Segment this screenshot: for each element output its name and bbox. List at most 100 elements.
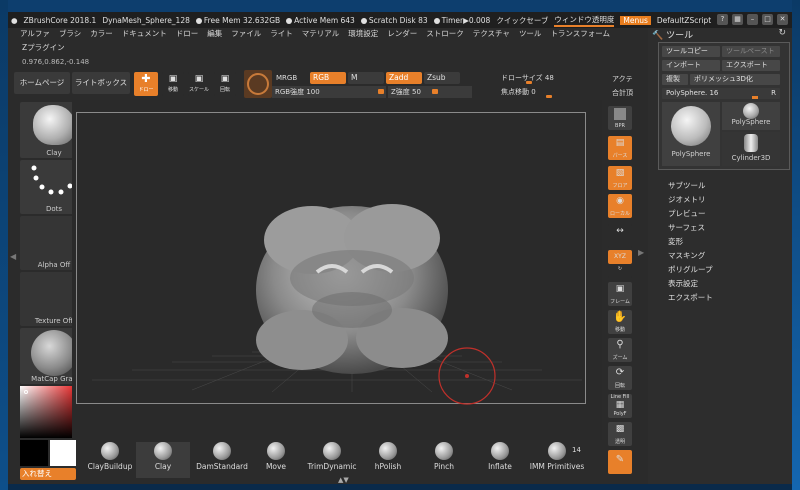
xyz-button[interactable]: XYZ [608, 250, 632, 264]
bpr-render-button[interactable]: BPR [608, 106, 632, 130]
geometry-menu[interactable]: ジオメトリ [668, 194, 706, 205]
menus-button[interactable]: Menus [620, 15, 651, 25]
brush-move[interactable]: Move [244, 442, 308, 478]
import-button[interactable]: インポート [662, 60, 720, 71]
rotate-view-button[interactable]: ⟳ 回転 [608, 366, 632, 390]
move-mode-button[interactable]: ▣ 移動 [162, 72, 184, 96]
menu-material[interactable]: マテリアル [302, 28, 339, 40]
quicksave-button[interactable]: クイックセーブ [496, 15, 548, 26]
paste-tool-button[interactable]: ツールペースト [722, 46, 780, 57]
menu-file[interactable]: ファイル [231, 28, 261, 40]
menu-alpha[interactable]: アルファ [20, 28, 50, 40]
export-button[interactable]: エクスポート [722, 60, 780, 71]
clone-button[interactable]: 複製 [662, 74, 688, 85]
polysphere-tool-thumb[interactable]: PolySphere [722, 102, 780, 130]
preview-menu[interactable]: プレビュー [668, 208, 706, 219]
perspective-button[interactable]: ▤ パース [608, 136, 632, 160]
local-button[interactable]: ◉ ローカル [608, 194, 632, 218]
rotate-mode-button[interactable]: ▣ 回転 [214, 72, 236, 96]
brush-trimdynamic[interactable]: TrimDynamic [300, 442, 364, 478]
maximize-icon[interactable]: □ [762, 14, 773, 25]
mrgb-toggle[interactable]: MRGB [276, 74, 297, 82]
surface-menu[interactable]: サーフェス [668, 222, 705, 233]
export-menu[interactable]: エクスポート [668, 292, 713, 303]
minimize-icon[interactable]: – [747, 14, 758, 25]
focal-shift-knob[interactable] [546, 95, 552, 98]
transparent-button[interactable]: ▩ 透明 [608, 422, 632, 446]
brush-pinch[interactable]: Pinch [412, 442, 476, 478]
scale-mode-button[interactable]: ▣ スケール [188, 72, 210, 96]
help-icon[interactable]: ? [717, 14, 728, 25]
rotate-axis-icon[interactable]: ↻ [608, 266, 632, 278]
gizmo-button[interactable]: ↔ [608, 224, 632, 248]
make-polymesh3d-button[interactable]: ポリメッシュ3D化 [690, 74, 780, 85]
brush-hpolish[interactable]: hPolish [356, 442, 420, 478]
masking-menu[interactable]: マスキング [668, 250, 705, 261]
color-picker[interactable] [20, 386, 78, 438]
focal-shift-slider[interactable]: 焦点移動 0 [498, 86, 602, 98]
home-page-button[interactable]: ホームページ [14, 72, 70, 94]
draw-mode-button[interactable]: ✚ ドロー [134, 72, 158, 96]
copy-tool-button[interactable]: ツールコピー [662, 46, 720, 57]
canvas-viewport[interactable] [72, 100, 602, 440]
z-intensity-knob[interactable] [432, 89, 438, 94]
menu-color[interactable]: カラー [90, 28, 113, 40]
r-button[interactable]: R [771, 88, 776, 99]
menu-zplugin[interactable]: Zプラグイン [22, 42, 65, 53]
line-fill-button[interactable]: Line Fill ▦ PolyF [608, 394, 632, 418]
brush-clay[interactable]: Clay [136, 442, 190, 478]
menu-preferences[interactable]: 環境設定 [348, 28, 378, 40]
menu-tool[interactable]: ツール [519, 28, 542, 40]
deformation-menu[interactable]: 変形 [668, 236, 683, 247]
menu-stroke[interactable]: ストローク [426, 28, 464, 40]
zsub-toggle[interactable]: Zsub [424, 72, 460, 84]
floor-button[interactable]: ▧ フロア [608, 166, 632, 190]
m-toggle[interactable]: M [348, 72, 384, 84]
rgb-toggle[interactable]: RGB [310, 72, 346, 84]
left-shelf-handle-icon[interactable]: ◀ [10, 252, 16, 266]
polysphere-label: PolySphere [731, 118, 771, 126]
zadd-toggle[interactable]: Zadd [386, 72, 422, 84]
shelf-toggle-icon[interactable]: ▲▼ [338, 476, 349, 484]
menu-light[interactable]: ライト [270, 28, 293, 40]
solo-button[interactable]: ✎ [608, 450, 632, 474]
menu-transform[interactable]: トランスフォーム [550, 28, 610, 40]
draw-size-slider[interactable]: ドローサイズ 48 [498, 72, 602, 84]
move-view-button[interactable]: ✋ 移動 [608, 310, 632, 334]
current-tool-thumb[interactable]: PolySphere [662, 102, 720, 166]
material-swatch[interactable] [244, 70, 272, 98]
main-color-swatch[interactable] [50, 440, 76, 466]
brush-inflate[interactable]: Inflate [468, 442, 532, 478]
desktop-right [792, 0, 800, 490]
frame-button[interactable]: ▣ フレーム [608, 282, 632, 306]
draw-size-knob[interactable] [526, 81, 532, 84]
subtool-menu[interactable]: サブツール [668, 180, 706, 191]
polygroups-menu[interactable]: ポリグループ [668, 264, 713, 275]
right-shelf-handle-icon[interactable]: ▶ [638, 248, 644, 262]
zoom-view-button[interactable]: ⚲ ズーム [608, 338, 632, 362]
menu-texture[interactable]: テクスチャ [473, 28, 510, 40]
color-picker-cursor[interactable] [24, 390, 28, 394]
refresh-icon[interactable]: ↻ [778, 28, 786, 38]
window-transparency-slider[interactable]: ウィンドウ透明度 [554, 14, 615, 27]
secondary-color-swatch[interactable] [20, 440, 48, 466]
polysphere-icon [671, 106, 711, 146]
rgb-intensity-slider[interactable]: RGB強度 100 [272, 86, 386, 98]
script-name[interactable]: DefaultZScript [657, 16, 711, 25]
polysphere-slider[interactable]: PolySphere. 16 R [662, 88, 780, 99]
z-intensity-slider[interactable]: Z強度 50 [388, 86, 472, 98]
menu-render[interactable]: レンダー [387, 28, 417, 40]
layout-icon[interactable]: ▦ [732, 14, 743, 25]
swap-colors-button[interactable]: 入れ替え [20, 468, 76, 480]
lightbox-button[interactable]: ライトボックス [72, 72, 130, 94]
polysphere-slider-knob[interactable] [752, 96, 758, 99]
menu-edit[interactable]: 編集 [207, 28, 222, 40]
display-properties-menu[interactable]: 表示設定 [668, 278, 698, 289]
rgb-intensity-knob[interactable] [378, 89, 384, 94]
menu-draw[interactable]: ドロー [176, 28, 199, 40]
brush-claybuildup[interactable]: ClayBuildup [78, 442, 142, 478]
menu-document[interactable]: ドキュメント [122, 28, 167, 40]
cylinder-tool-thumb[interactable]: Cylinder3D [722, 132, 780, 166]
menu-brush[interactable]: ブラシ [59, 28, 81, 40]
close-icon[interactable]: ✕ [777, 14, 788, 25]
